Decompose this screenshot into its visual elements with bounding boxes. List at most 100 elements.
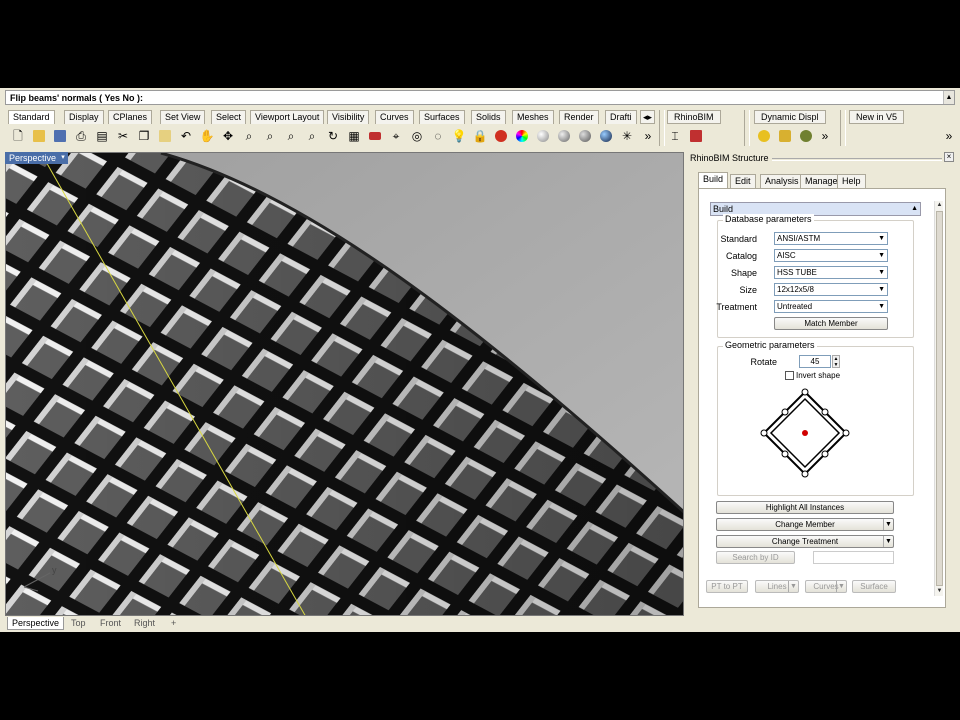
- vtab-front[interactable]: Front: [96, 617, 125, 630]
- collapse-icon: ▲: [911, 205, 918, 212]
- color-wheel-icon[interactable]: [513, 127, 531, 145]
- zoom-selected-icon[interactable]: ⌕: [303, 127, 321, 145]
- pt-to-pt-button[interactable]: PT to PT: [706, 580, 748, 593]
- surface-button[interactable]: Surface: [852, 580, 896, 593]
- size-dropdown[interactable]: 12x12x5/8 ▼: [774, 283, 888, 296]
- zoom-extents-icon[interactable]: ⌕: [282, 127, 300, 145]
- more-tools-icon[interactable]: »: [639, 127, 657, 145]
- scroll-thumb[interactable]: [936, 211, 943, 586]
- tab-new-in-v5[interactable]: New in V5: [849, 110, 905, 124]
- tab-rhinobim[interactable]: RhinoBIM: [667, 110, 721, 124]
- search-by-id-button[interactable]: Search by ID: [716, 551, 795, 564]
- new-file-icon[interactable]: 🗋: [9, 127, 27, 145]
- vtab-top[interactable]: Top: [67, 617, 90, 630]
- copy-icon[interactable]: ❐: [135, 127, 153, 145]
- scroll-down-icon[interactable]: ▼: [935, 587, 944, 596]
- tab-meshes[interactable]: Meshes: [512, 110, 554, 124]
- blue-sphere-icon[interactable]: [597, 127, 615, 145]
- search-id-input[interactable]: [813, 551, 894, 564]
- save-icon[interactable]: [51, 127, 69, 145]
- undo-icon[interactable]: ↶: [177, 127, 195, 145]
- vtab-perspective[interactable]: Perspective: [7, 617, 65, 630]
- tab-standard[interactable]: Standard: [8, 110, 55, 124]
- new-v5-more-icon[interactable]: »: [940, 127, 958, 145]
- chevron-down-icon: ▼: [878, 235, 885, 242]
- tab-display[interactable]: Display: [64, 110, 104, 124]
- panel-scrollbar[interactable]: ▲ ▼: [934, 201, 943, 596]
- invert-shape-checkbox[interactable]: [785, 371, 794, 380]
- tab-build[interactable]: Build: [698, 172, 729, 188]
- match-member-button[interactable]: Match Member: [774, 317, 888, 330]
- perspective-viewport[interactable]: y: [5, 152, 684, 616]
- curves-button[interactable]: Curves ▼: [805, 580, 847, 593]
- rotate-icon[interactable]: ↻: [324, 127, 342, 145]
- vtab-right[interactable]: Right: [130, 617, 159, 630]
- panel-grip[interactable]: [772, 158, 942, 161]
- bulb-icon[interactable]: 💡: [450, 127, 468, 145]
- highlight-all-instances-button[interactable]: Highlight All Instances: [716, 501, 894, 514]
- change-treatment-button[interactable]: Change Treatment ▼: [716, 535, 894, 548]
- tab-analysis[interactable]: Analysis: [760, 174, 804, 188]
- command-prompt: Flip beams' normals ( Yes No ):: [10, 93, 144, 103]
- rotate-view-icon[interactable]: ✥: [219, 127, 237, 145]
- tab-solids[interactable]: Solids: [471, 110, 506, 124]
- tab-drafting[interactable]: Drafti: [605, 110, 637, 124]
- viewport-title[interactable]: Perspective: [5, 152, 61, 164]
- command-scroll-icon[interactable]: ▲: [943, 91, 954, 104]
- tab-select[interactable]: Select: [211, 110, 247, 124]
- display-gear-icon[interactable]: [797, 127, 815, 145]
- tab-render[interactable]: Render: [559, 110, 599, 124]
- open-folder-icon[interactable]: [30, 127, 48, 145]
- render-sphere-icon[interactable]: [555, 127, 573, 145]
- standard-dropdown[interactable]: ANSI/ASTM ▼: [774, 232, 888, 245]
- change-member-button[interactable]: Change Member ▼: [716, 518, 894, 531]
- tab-set-view[interactable]: Set View: [160, 110, 206, 124]
- material-sphere-icon[interactable]: [534, 127, 552, 145]
- car-icon[interactable]: [366, 127, 384, 145]
- paste-icon[interactable]: [156, 127, 174, 145]
- grid-icon[interactable]: ▦: [345, 127, 363, 145]
- tab-curves[interactable]: Curves: [375, 110, 414, 124]
- rotate-stepper[interactable]: ▲ ▼: [832, 355, 840, 368]
- tab-surfaces[interactable]: Surfaces: [419, 110, 465, 124]
- shape-label: Shape: [730, 268, 757, 278]
- display-bulb-icon[interactable]: [755, 127, 773, 145]
- lock-icon[interactable]: 🔒: [471, 127, 489, 145]
- tab-visibility[interactable]: Visibility: [327, 110, 370, 124]
- shaded-sphere-icon[interactable]: [576, 127, 594, 145]
- zoom-window-icon[interactable]: ⌕: [261, 127, 279, 145]
- command-line[interactable]: Flip beams' normals ( Yes No ): ▲: [5, 90, 955, 105]
- section-shape-preview: [760, 388, 850, 478]
- tab-help[interactable]: Help: [837, 174, 866, 188]
- rhinobim-beam-icon[interactable]: ⌶: [666, 127, 684, 145]
- display-more-icon[interactable]: »: [816, 127, 834, 145]
- scroll-up-icon[interactable]: ▲: [935, 201, 944, 210]
- circle-select-icon[interactable]: ◌: [429, 127, 447, 145]
- tab-viewport-layout[interactable]: Viewport Layout: [250, 110, 325, 124]
- treatment-dropdown[interactable]: Untreated ▼: [774, 300, 888, 313]
- pan-hand-icon[interactable]: ✋: [198, 127, 216, 145]
- catalog-dropdown[interactable]: AISC ▼: [774, 249, 888, 262]
- light-icon[interactable]: ✳: [618, 127, 636, 145]
- lasso-icon[interactable]: ⌖: [387, 127, 405, 145]
- vtab-add-icon[interactable]: +: [167, 617, 180, 630]
- shape-dropdown[interactable]: HSS TUBE ▼: [774, 266, 888, 279]
- close-icon[interactable]: ×: [944, 152, 954, 162]
- layer-color-icon[interactable]: [492, 127, 510, 145]
- target-icon[interactable]: ◎: [408, 127, 426, 145]
- rhinobim-column-icon[interactable]: [687, 127, 705, 145]
- tab-cplanes[interactable]: CPlanes: [108, 110, 153, 124]
- viewport-menu-icon[interactable]: ▾: [58, 152, 68, 164]
- tab-edit[interactable]: Edit: [730, 174, 756, 188]
- cut-icon[interactable]: ✂: [114, 127, 132, 145]
- tab-scroll-arrows-icon[interactable]: ◂▸: [640, 110, 656, 124]
- tab-dynamic-display[interactable]: Dynamic Displ: [754, 110, 826, 124]
- properties-icon[interactable]: ▤: [93, 127, 111, 145]
- display-box-icon[interactable]: [776, 127, 794, 145]
- rotate-input[interactable]: 45: [799, 355, 831, 368]
- print-icon[interactable]: ⎙: [72, 127, 90, 145]
- zoom-icon[interactable]: ⌕: [240, 127, 258, 145]
- treatment-value: Untreated: [777, 302, 813, 311]
- curves-label: Curves: [813, 582, 839, 591]
- lines-button[interactable]: Lines ▼: [755, 580, 799, 593]
